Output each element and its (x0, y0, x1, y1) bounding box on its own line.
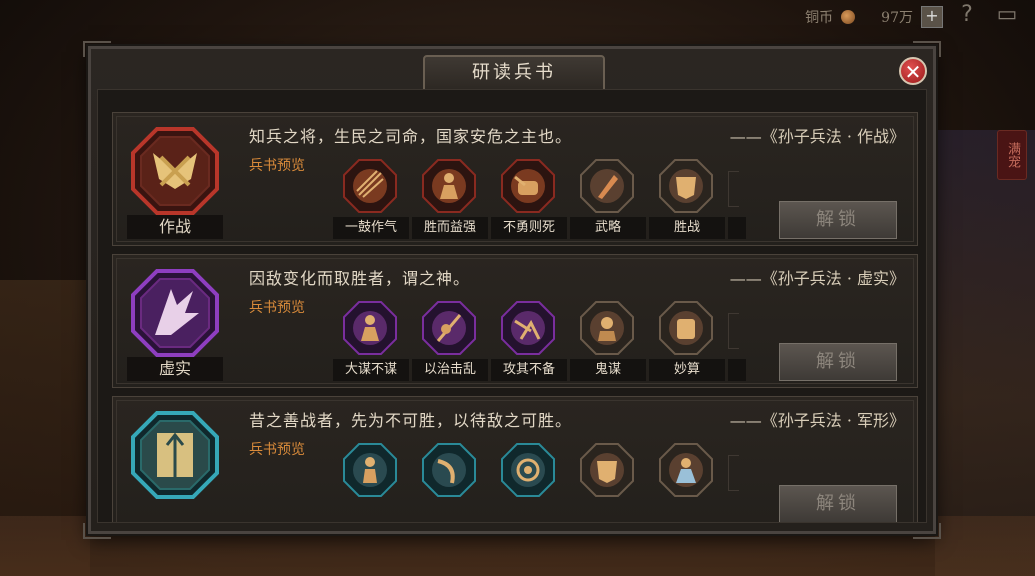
blade-icon (580, 159, 634, 213)
more-icon[interactable]: ▭ (987, 3, 1027, 27)
skill-name: 鬼谋 (570, 359, 646, 381)
book-quote: 知兵之将，生民之司命，国家安危之主也。 (249, 127, 573, 146)
preview-label: 兵书预览 (249, 158, 305, 174)
skill-list-overflow (728, 297, 746, 381)
skill-name: 妙算 (649, 359, 725, 381)
skill-item[interactable]: 一鼓作气 (333, 155, 412, 239)
skill-name: 武略 (570, 217, 646, 239)
skill-name: 胜战 (649, 217, 725, 239)
fist-icon (501, 159, 555, 213)
book-source: ——《孙子兵法 · 虚实》 (729, 269, 905, 288)
skill-list: 大谋不谋 以治击乱 攻其不备 鬼谋 妙算 (333, 297, 746, 381)
skill-stub-label (728, 217, 746, 239)
skill-item[interactable]: 大谋不谋 (333, 297, 412, 381)
corner-ornament (913, 523, 941, 539)
armor-icon (580, 443, 634, 497)
arrows-icon (343, 159, 397, 213)
skill-name: 攻其不备 (491, 359, 567, 381)
preview-label: 兵书预览 (249, 442, 305, 458)
strategist-icon (343, 301, 397, 355)
figure-icon (501, 301, 555, 355)
spear-icon (422, 301, 476, 355)
skill-item[interactable] (333, 439, 412, 519)
swirl-icon (501, 443, 555, 497)
skill-list: 一鼓作气 胜而益强 不勇则死 武略 胜战 (333, 155, 746, 239)
dialog-title: 研读兵书 (423, 55, 605, 93)
skill-item[interactable] (491, 439, 570, 519)
corner-ornament (913, 41, 941, 57)
skill-name: 胜而益强 (412, 217, 488, 239)
soldier-icon (343, 443, 397, 497)
skill-stub (728, 313, 739, 349)
skill-stub-label (728, 359, 746, 381)
book-row-xushi: 虚实 因敌变化而取胜者，谓之神。 ——《孙子兵法 · 虚实》 兵书预览 大谋不谋 (112, 254, 918, 388)
skill-list-overflow (728, 439, 746, 519)
close-button[interactable]: ✕ (899, 57, 927, 85)
skill-stub (728, 455, 739, 491)
skill-stub (728, 171, 739, 207)
skill-item[interactable]: 胜战 (649, 155, 728, 239)
skill-list-overflow (728, 155, 746, 239)
book-emblem-zuozhan-icon (131, 127, 219, 215)
currency-value: 97万 (881, 10, 913, 26)
skill-list (333, 439, 746, 519)
book-emblem-xushi-icon (131, 269, 219, 357)
preview-label: 兵书预览 (249, 300, 305, 316)
book-list[interactable]: 作战 知兵之将，生民之司命，国家安危之主也。 ——《孙子兵法 · 作战》 兵书预… (97, 89, 927, 523)
skill-item[interactable]: 武略 (570, 155, 649, 239)
skill-name: 以治击乱 (412, 359, 488, 381)
unlock-button[interactable]: 解锁 (779, 201, 897, 239)
skill-name: 不勇则死 (491, 217, 567, 239)
skill-item[interactable]: 胜而益强 (412, 155, 491, 239)
book-quote: 因敌变化而取胜者，谓之神。 (249, 269, 471, 288)
skill-item[interactable] (649, 439, 728, 519)
skill-item[interactable]: 以治击乱 (412, 297, 491, 381)
skill-item[interactable] (570, 439, 649, 519)
skill-item[interactable]: 妙算 (649, 297, 728, 381)
background-scenery-right (935, 130, 1035, 576)
book-quote: 昔之善战者，先为不可胜，以待敌之可胜。 (249, 411, 573, 430)
skill-item[interactable]: 不勇则死 (491, 155, 570, 239)
study-books-dialog: 研读兵书 ✕ 作战 知兵之将，生民之司命，国家安危之主也。 ——《孙子兵法 · … (83, 41, 941, 539)
skill-item[interactable] (412, 439, 491, 519)
coin-icon (841, 10, 856, 24)
book-source: ——《孙子兵法 · 作战》 (729, 127, 905, 146)
side-hero-badge[interactable]: 满宠 (997, 130, 1027, 180)
book-emblem-junxing-icon (131, 411, 219, 499)
currency-bar: 铜币 97万 + (805, 6, 943, 28)
help-icon[interactable]: ? (955, 3, 979, 27)
currency-label: 铜币 (805, 10, 834, 26)
armor-icon (659, 159, 713, 213)
sage-icon (659, 443, 713, 497)
warrior-icon (422, 159, 476, 213)
book-name: 虚实 (127, 357, 223, 381)
scroll-icon (659, 301, 713, 355)
skill-item[interactable]: 攻其不备 (491, 297, 570, 381)
skill-name: 大谋不谋 (333, 359, 409, 381)
book-row-zuozhan: 作战 知兵之将，生民之司命，国家安危之主也。 ——《孙子兵法 · 作战》 兵书预… (112, 112, 918, 246)
unlock-button[interactable]: 解锁 (779, 485, 897, 522)
book-row-junxing: 昔之善战者，先为不可胜，以待敌之可胜。 ——《孙子兵法 · 军形》 兵书预览 解… (112, 396, 918, 522)
skill-name: 一鼓作气 (333, 217, 409, 239)
corner-ornament (83, 523, 111, 539)
slash-icon (422, 443, 476, 497)
unlock-button[interactable]: 解锁 (779, 343, 897, 381)
book-name: 作战 (127, 215, 223, 239)
skill-item[interactable]: 鬼谋 (570, 297, 649, 381)
add-currency-button[interactable]: + (921, 6, 943, 28)
corner-ornament (83, 41, 111, 57)
book-source: ——《孙子兵法 · 军形》 (729, 411, 905, 430)
mask-icon (580, 301, 634, 355)
